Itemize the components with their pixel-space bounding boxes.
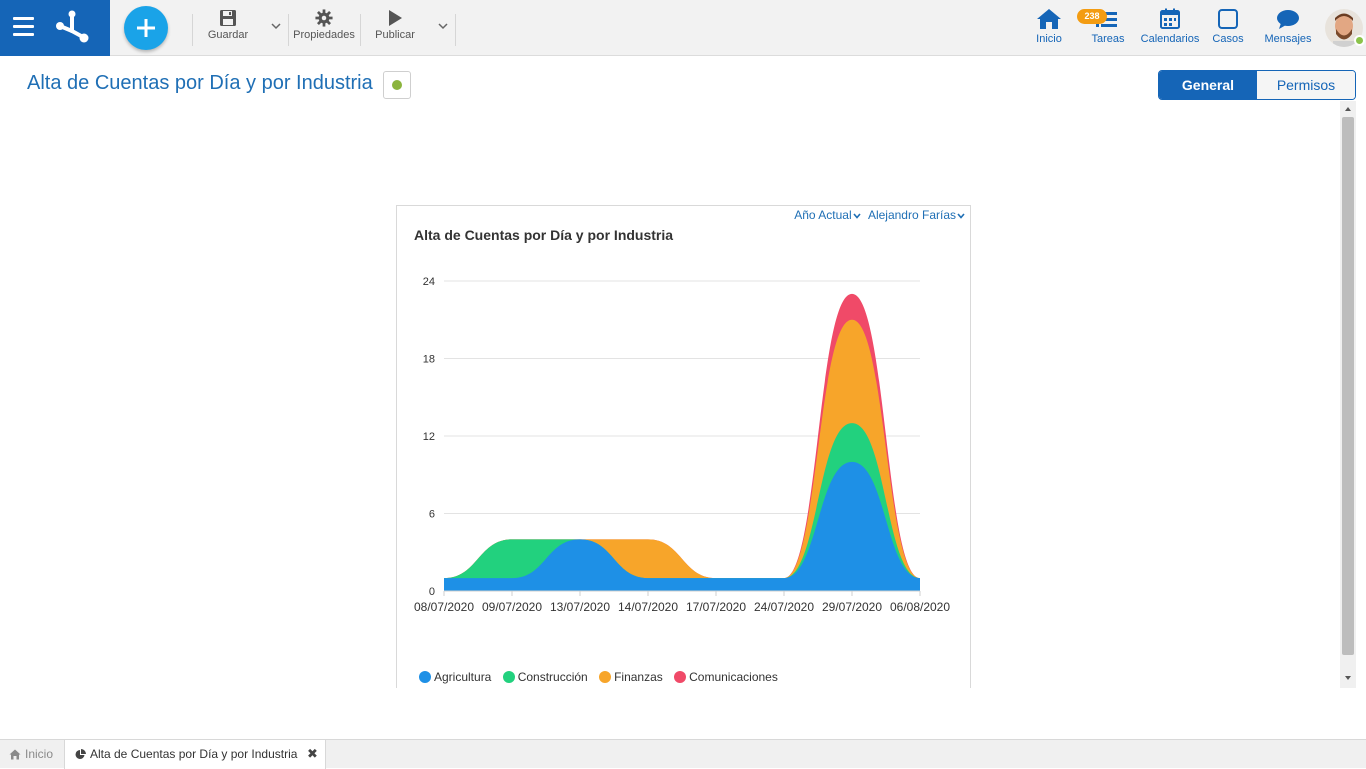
legend-item-agricultura[interactable]: Agricultura: [419, 670, 491, 684]
x-tick-label: 09/07/2020: [482, 600, 542, 614]
plus-icon: [137, 19, 155, 37]
bottom-tab-chart[interactable]: Alta de Cuentas por Día y por Industria …: [64, 740, 326, 769]
play-icon: [389, 10, 402, 26]
properties-label: Propiedades: [293, 29, 355, 41]
status-dot-icon: [392, 80, 402, 90]
scrollbar-thumb[interactable]: [1342, 117, 1354, 655]
user-filter-label: Alejandro Farías: [867, 208, 956, 222]
chart-legend: Agricultura Construcción Finanzas Comuni…: [419, 670, 786, 684]
chevron-down-icon: [853, 213, 861, 219]
toolbar-divider: [360, 14, 361, 46]
chart-filters: Año Actual Alejandro Farías: [790, 208, 965, 222]
save-dropdown-chevron-down-icon[interactable]: [271, 22, 281, 30]
legend-marker: [419, 671, 431, 683]
view-tabs: General Permisos: [1158, 70, 1356, 100]
x-tick-label: 29/07/2020: [822, 600, 882, 614]
toolbar-divider: [192, 14, 193, 46]
chevron-down-icon: [957, 213, 965, 219]
legend-marker: [674, 671, 687, 683]
menu-icon[interactable]: [13, 17, 34, 37]
bottom-tab-home[interactable]: Inicio: [0, 740, 64, 769]
nav-messages[interactable]: Mensajes: [1262, 8, 1314, 45]
x-tick-label: 06/08/2020: [890, 600, 950, 614]
tasks-count-badge: 238: [1077, 9, 1107, 24]
nav-calendars-label: Calendarios: [1140, 33, 1200, 45]
publish-dropdown-chevron-down-icon[interactable]: [438, 22, 448, 30]
calendar-icon: [1160, 8, 1180, 29]
home-icon: [9, 749, 21, 760]
save-label: Guardar: [207, 29, 249, 41]
y-tick-label: 18: [423, 354, 435, 366]
tab-permisos[interactable]: Permisos: [1257, 71, 1355, 99]
legend-item-construccion[interactable]: Construcción: [502, 670, 588, 684]
add-button[interactable]: [124, 6, 168, 50]
x-tick-label: 08/07/2020: [414, 600, 474, 614]
x-tick-label: 13/07/2020: [550, 600, 610, 614]
pie-chart-icon: [75, 749, 86, 759]
properties-button[interactable]: Propiedades: [292, 9, 356, 49]
area-chart: 0 6 12 18 24 08/07/2020 09/07/2020 13/07/2020 14…: [414, 276, 950, 614]
home-icon: [1037, 9, 1061, 29]
x-tick-label: 17/07/2020: [686, 600, 746, 614]
gear-icon: [315, 9, 333, 27]
bottom-tab-bar: Inicio Alta de Cuentas por Día y por Ind…: [0, 739, 1366, 769]
nav-home[interactable]: Inicio: [1030, 8, 1068, 45]
legend-label: Comunicaciones: [689, 670, 778, 684]
publish-label: Publicar: [375, 29, 415, 41]
tab-general[interactable]: General: [1159, 71, 1257, 99]
x-tick-label: 24/07/2020: [754, 600, 814, 614]
chat-bubble-icon: [1277, 10, 1299, 29]
y-tick-label: 12: [423, 431, 435, 443]
bottom-tab-home-label: Inicio: [25, 747, 54, 761]
legend-marker: [599, 671, 612, 683]
legend-item-comunicaciones[interactable]: Comunicaciones: [674, 670, 778, 684]
publish-button[interactable]: Publicar: [372, 9, 418, 49]
scroll-down-arrow-icon[interactable]: [1343, 673, 1353, 683]
period-filter-label: Año Actual: [794, 208, 852, 222]
cases-icon: [1218, 9, 1238, 29]
status-button[interactable]: [383, 71, 411, 99]
save-button[interactable]: Guardar: [204, 9, 252, 49]
legend-label: Finanzas: [614, 670, 663, 684]
brand-area: [0, 0, 110, 56]
legend-item-finanzas[interactable]: Finanzas: [599, 670, 663, 684]
legend-marker: [502, 671, 515, 683]
chart-card: 0 6 12 18 24 08/07/2020 09/07/2020 13/07/2020 14…: [396, 205, 971, 688]
nav-cases-label: Casos: [1212, 33, 1244, 45]
nav-cases[interactable]: Casos: [1210, 8, 1246, 45]
toolbar-divider: [455, 14, 456, 46]
nav-calendars[interactable]: Calendarios: [1139, 8, 1201, 45]
page-title: Alta de Cuentas por Día y por Industria: [27, 72, 373, 94]
nav-messages-label: Mensajes: [1264, 33, 1312, 45]
y-tick-label: 24: [423, 276, 435, 288]
chart-title: Alta de Cuentas por Día y por Industria: [414, 227, 674, 243]
bottom-tab-chart-label: Alta de Cuentas por Día y por Industria: [90, 747, 298, 761]
user-filter-dropdown[interactable]: Alejandro Farías: [868, 208, 965, 222]
online-status-indicator: [1354, 35, 1365, 46]
x-tick-label: 14/07/2020: [618, 600, 678, 614]
scroll-up-arrow-icon[interactable]: [1343, 104, 1353, 114]
legend-label: Construcción: [517, 670, 588, 684]
save-icon: [220, 10, 236, 26]
nav-tasks-label: Tareas: [1091, 33, 1125, 45]
toolbar-divider: [288, 14, 289, 46]
y-tick-label: 0: [429, 586, 435, 598]
legend-label: Agricultura: [434, 670, 492, 684]
app-logo-icon[interactable]: [52, 9, 92, 47]
close-tab-icon[interactable]: ✖: [307, 740, 318, 768]
y-tick-label: 6: [429, 509, 435, 521]
vertical-scrollbar[interactable]: [1340, 101, 1356, 688]
top-bar: Guardar Propiedades Publicar Inicio Tare…: [0, 0, 1366, 56]
period-filter-dropdown[interactable]: Año Actual: [794, 208, 861, 222]
nav-home-label: Inicio: [1036, 33, 1062, 45]
